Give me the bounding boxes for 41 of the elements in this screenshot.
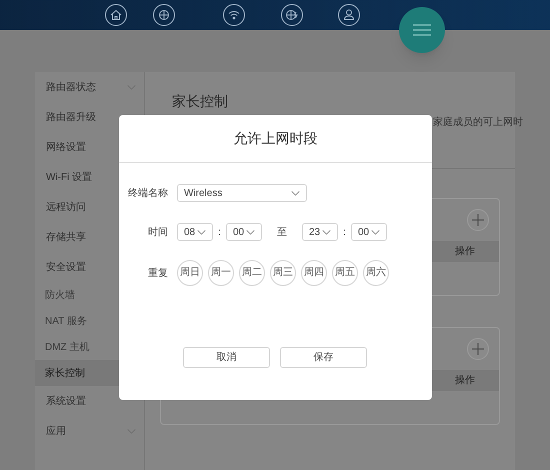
sidebar-item[interactable]: 路由器状态 <box>35 72 144 102</box>
home-icon[interactable] <box>105 4 127 26</box>
menu-icon <box>413 24 431 36</box>
day-toggle[interactable]: 周三 <box>270 260 296 286</box>
day-toggle[interactable]: 周四 <box>301 260 327 286</box>
time-label: 时间 <box>147 226 168 240</box>
page-description: 家庭成员的可上网时 <box>433 117 523 129</box>
time-separator: : <box>342 226 347 240</box>
day-toggle[interactable]: 周六 <box>363 260 389 286</box>
page-title: 家长控制 <box>171 92 229 111</box>
day-toggle[interactable]: 周五 <box>332 260 358 286</box>
column-header: 操作 <box>454 374 476 388</box>
user-icon[interactable] <box>338 4 360 26</box>
dialog-button[interactable]: 保存 <box>280 347 367 368</box>
menu-button[interactable] <box>399 7 445 53</box>
chevron-down-icon <box>197 230 206 234</box>
repeat-label: 重复 <box>147 266 168 280</box>
add-icon[interactable] <box>467 338 489 360</box>
time-select[interactable]: 08 <box>177 223 213 241</box>
range-label: 至 <box>276 226 288 240</box>
column-header: 操作 <box>454 245 476 259</box>
chevron-down-icon <box>291 190 300 196</box>
chevron-down-icon <box>322 230 331 234</box>
chevron-down-icon <box>246 230 255 234</box>
time-select[interactable]: 00 <box>351 223 387 241</box>
time-select[interactable]: 23 <box>302 223 338 241</box>
wifi-icon[interactable] <box>223 4 245 26</box>
dialog-button[interactable]: 取消 <box>183 347 270 368</box>
time-select[interactable]: 00 <box>226 223 262 241</box>
dialog-title: 允许上网时段 <box>119 115 432 163</box>
add-icon[interactable] <box>467 209 489 231</box>
day-toggle[interactable]: 周日 <box>177 260 203 286</box>
day-toggle[interactable]: 周二 <box>239 260 265 286</box>
device-label: 终端名称 <box>127 186 168 200</box>
time-separator: : <box>217 226 222 240</box>
day-toggle[interactable]: 周一 <box>208 260 234 286</box>
chevron-down-icon <box>371 230 380 234</box>
sidebar-item[interactable]: 应用 <box>35 416 144 446</box>
globe-icon[interactable] <box>153 4 175 26</box>
globe-bolt-icon[interactable] <box>281 4 303 26</box>
device-select[interactable]: Wireless <box>177 184 307 202</box>
